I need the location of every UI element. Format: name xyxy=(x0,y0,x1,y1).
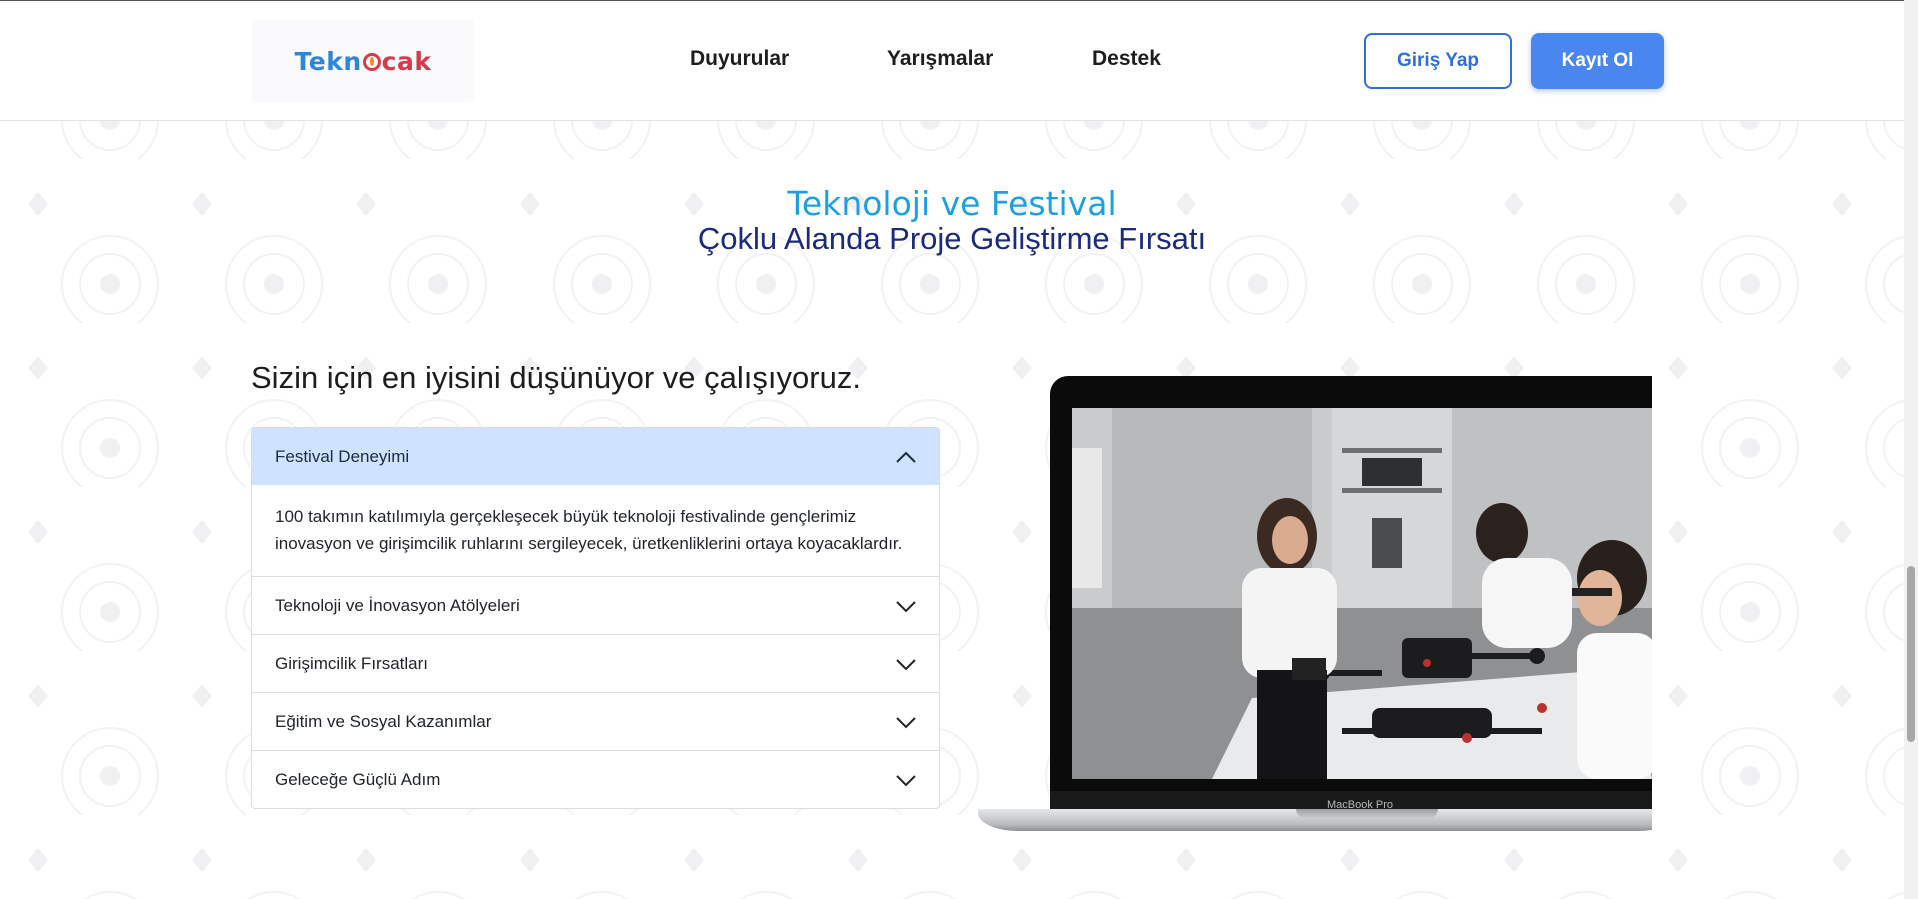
promo-video[interactable] xyxy=(1072,408,1652,779)
accordion-item-gelecek: Geleceğe Güçlü Adım xyxy=(252,750,939,808)
logo-text-start: Tekn xyxy=(294,46,362,76)
laptop-mockup: MacBook Pro xyxy=(976,376,1652,836)
scrollbar-thumb[interactable] xyxy=(1907,566,1915,742)
logo-text: Tekn cak xyxy=(295,47,432,76)
section-headline: Sizin için en iyisini düşünüyor ve çalış… xyxy=(251,360,861,395)
nav-yarismalar[interactable]: Yarışmalar xyxy=(887,47,993,71)
accordion-body-festival: 100 takımın katılımıyla gerçekleşecek bü… xyxy=(275,507,903,553)
section-subtitle: Çoklu Alanda Proje Geliştirme Fırsatı xyxy=(697,221,1207,256)
chevron-down-icon xyxy=(896,774,916,786)
nav-destek[interactable]: Destek xyxy=(1092,47,1161,71)
flame-icon xyxy=(362,52,381,71)
accordion-title: Festival Deneyimi xyxy=(275,446,410,466)
logo-text-end: cak xyxy=(381,46,432,76)
chevron-down-icon xyxy=(896,600,916,612)
accordion-item-festival: Festival Deneyimi 100 takımın katılımıyl… xyxy=(252,428,939,576)
features-accordion: Festival Deneyimi 100 takımın katılımıyl… xyxy=(251,427,940,809)
page-scrollbar[interactable] xyxy=(1904,0,1918,899)
accordion-item-girisimcilik: Girişimcilik Fırsatları xyxy=(252,634,939,692)
accordion-title: Geleceğe Güçlü Adım xyxy=(275,769,441,789)
chevron-down-icon xyxy=(896,658,916,670)
nav-duyurular[interactable]: Duyurular xyxy=(690,47,789,71)
accordion-title: Eğitim ve Sosyal Kazanımlar xyxy=(275,711,492,731)
window-top-border xyxy=(0,0,1904,1)
login-button[interactable]: Giriş Yap xyxy=(1364,33,1512,89)
chevron-up-icon xyxy=(896,451,916,463)
chevron-down-icon xyxy=(896,716,916,728)
accordion-header-gelecek[interactable]: Geleceğe Güçlü Adım xyxy=(252,751,939,808)
accordion-item-atolyeler: Teknoloji ve İnovasyon Atölyeleri xyxy=(252,576,939,634)
accordion-header-girisimcilik[interactable]: Girişimcilik Fırsatları xyxy=(252,635,939,692)
laptop-notch xyxy=(1296,809,1438,818)
accordion-title: Teknoloji ve İnovasyon Atölyeleri xyxy=(275,595,520,615)
accordion-item-egitim: Eğitim ve Sosyal Kazanımlar xyxy=(252,692,939,750)
accordion-header-egitim[interactable]: Eğitim ve Sosyal Kazanımlar xyxy=(252,693,939,750)
accordion-title: Girişimcilik Fırsatları xyxy=(275,653,428,673)
accordion-header-festival[interactable]: Festival Deneyimi xyxy=(252,428,939,485)
logo[interactable]: Tekn cak xyxy=(252,20,474,102)
accordion-header-atolyeler[interactable]: Teknoloji ve İnovasyon Atölyeleri xyxy=(252,577,939,634)
register-button[interactable]: Kayıt Ol xyxy=(1531,33,1664,89)
site-header: Tekn cak Duyurular Yarışmalar Destek Giri… xyxy=(0,1,1904,121)
section-title: Teknoloji ve Festival xyxy=(787,184,1117,223)
video-frame xyxy=(1072,408,1652,779)
